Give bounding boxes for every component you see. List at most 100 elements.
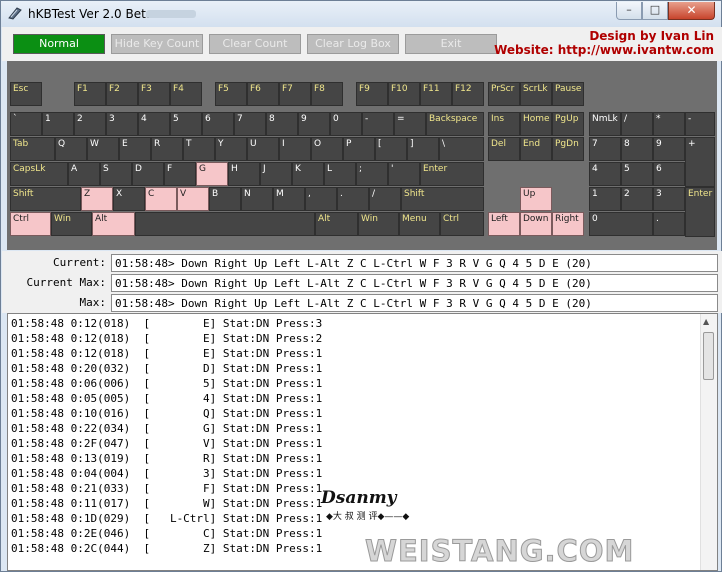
key-f10[interactable]: F10 — [388, 82, 420, 106]
scroll-thumb[interactable] — [703, 332, 714, 380]
key-n4k[interactable]: 4 — [589, 162, 621, 186]
key-semi[interactable]: ; — [356, 162, 388, 186]
key-f8[interactable]: F8 — [311, 82, 343, 106]
key-nmul[interactable]: * — [653, 112, 685, 136]
hide-key-count-button[interactable]: Hide Key Count — [111, 34, 203, 54]
key-del[interactable]: Del — [488, 137, 520, 161]
key-pgup[interactable]: PgUp — [552, 112, 584, 136]
key-n[interactable]: N — [241, 187, 273, 211]
minimize-button[interactable]: – — [616, 2, 642, 20]
key-f5[interactable]: F5 — [215, 82, 247, 106]
key-n5k[interactable]: 5 — [621, 162, 653, 186]
current-max-field[interactable]: 01:58:48> Down Right Up Left L-Alt Z C L… — [111, 274, 718, 292]
key-menu[interactable]: Menu — [399, 212, 440, 236]
exit-button[interactable]: Exit — [405, 34, 497, 54]
key-d[interactable]: D — [132, 162, 164, 186]
clear-log-box-button[interactable]: Clear Log Box — [307, 34, 399, 54]
key-n9[interactable]: 9 — [298, 112, 330, 136]
key-l[interactable]: L — [324, 162, 356, 186]
key-f12[interactable]: F12 — [452, 82, 484, 106]
key-a[interactable]: A — [68, 162, 100, 186]
key-n2[interactable]: 2 — [74, 112, 106, 136]
key-m[interactable]: M — [273, 187, 305, 211]
key-rbr[interactable]: ] — [407, 137, 439, 161]
key-s[interactable]: S — [100, 162, 132, 186]
key-quote[interactable]: ' — [388, 162, 420, 186]
clear-count-button[interactable]: Clear Count — [209, 34, 301, 54]
key-rshift[interactable]: Shift — [401, 187, 484, 211]
key-n2k[interactable]: 2 — [621, 187, 653, 211]
key-n6[interactable]: 6 — [202, 112, 234, 136]
key-up[interactable]: Up — [520, 187, 552, 211]
key-nsub[interactable]: - — [685, 112, 715, 136]
key-esc[interactable]: Esc — [10, 82, 42, 106]
key-n8[interactable]: 8 — [266, 112, 298, 136]
key-f1[interactable]: F1 — [74, 82, 106, 106]
current-field[interactable]: 01:58:48> Down Right Up Left L-Alt Z C L… — [111, 254, 718, 272]
key-backtick[interactable]: ` — [10, 112, 42, 136]
key-f3[interactable]: F3 — [138, 82, 170, 106]
key-n3k[interactable]: 3 — [653, 187, 685, 211]
key-n8k[interactable]: 8 — [621, 137, 653, 161]
key-bslash[interactable]: \ — [439, 137, 484, 161]
key-f11[interactable]: F11 — [420, 82, 452, 106]
normal-button[interactable]: Normal — [13, 34, 105, 54]
key-k[interactable]: K — [292, 162, 324, 186]
title-bar[interactable]: hKBTest Ver 2.0 Beta – □ ✕ — [1, 1, 721, 27]
key-backspace[interactable]: Backspace — [426, 112, 484, 136]
key-j[interactable]: J — [260, 162, 292, 186]
key-period[interactable]: . — [337, 187, 369, 211]
close-button[interactable]: ✕ — [668, 2, 715, 20]
key-n6k[interactable]: 6 — [653, 162, 685, 186]
key-rwin[interactable]: Win — [358, 212, 399, 236]
key-ralt[interactable]: Alt — [315, 212, 358, 236]
key-end[interactable]: End — [520, 137, 552, 161]
key-n3[interactable]: 3 — [106, 112, 138, 136]
key-lbr[interactable]: [ — [375, 137, 407, 161]
key-lalt[interactable]: Alt — [92, 212, 135, 236]
key-scrlk[interactable]: ScrLk — [520, 82, 552, 106]
key-prscr[interactable]: PrScr — [488, 82, 520, 106]
key-capslk[interactable]: CapsLk — [10, 162, 68, 186]
key-b[interactable]: B — [209, 187, 241, 211]
key-o[interactable]: O — [311, 137, 343, 161]
key-y[interactable]: Y — [215, 137, 247, 161]
key-g[interactable]: G — [196, 162, 228, 186]
key-tab[interactable]: Tab — [10, 137, 55, 161]
key-r[interactable]: R — [151, 137, 183, 161]
key-pgdn[interactable]: PgDn — [552, 137, 584, 161]
key-n5[interactable]: 5 — [170, 112, 202, 136]
key-n0k[interactable]: 0 — [589, 212, 653, 236]
key-z[interactable]: Z — [81, 187, 113, 211]
key-lwin[interactable]: Win — [51, 212, 92, 236]
key-left[interactable]: Left — [488, 212, 520, 236]
key-home[interactable]: Home — [520, 112, 552, 136]
key-slash[interactable]: / — [369, 187, 401, 211]
key-t[interactable]: T — [183, 137, 215, 161]
key-ndot[interactable]: . — [653, 212, 685, 236]
key-f6[interactable]: F6 — [247, 82, 279, 106]
key-x[interactable]: X — [113, 187, 145, 211]
max-field[interactable]: 01:58:48> Down Right Up Left L-Alt Z C L… — [111, 294, 718, 312]
key-h[interactable]: H — [228, 162, 260, 186]
key-e[interactable]: E — [119, 137, 151, 161]
key-n0[interactable]: 0 — [330, 112, 362, 136]
key-n1k[interactable]: 1 — [589, 187, 621, 211]
scroll-up-icon[interactable]: ▲ — [703, 317, 709, 326]
key-f4[interactable]: F4 — [170, 82, 202, 106]
key-equal[interactable]: = — [394, 112, 426, 136]
key-lctrl[interactable]: Ctrl — [10, 212, 51, 236]
key-n7[interactable]: 7 — [234, 112, 266, 136]
key-numlk[interactable]: NmLk — [589, 112, 621, 136]
key-v[interactable]: V — [177, 187, 209, 211]
key-rctrl[interactable]: Ctrl — [440, 212, 484, 236]
key-right[interactable]: Right — [552, 212, 584, 236]
key-p[interactable]: P — [343, 137, 375, 161]
key-n1[interactable]: 1 — [42, 112, 74, 136]
log-scrollbar[interactable]: ▲ — [700, 314, 717, 570]
key-f[interactable]: F — [164, 162, 196, 186]
key-w[interactable]: W — [87, 137, 119, 161]
key-pause[interactable]: Pause — [552, 82, 584, 106]
key-f9[interactable]: F9 — [356, 82, 388, 106]
key-down[interactable]: Down — [520, 212, 552, 236]
